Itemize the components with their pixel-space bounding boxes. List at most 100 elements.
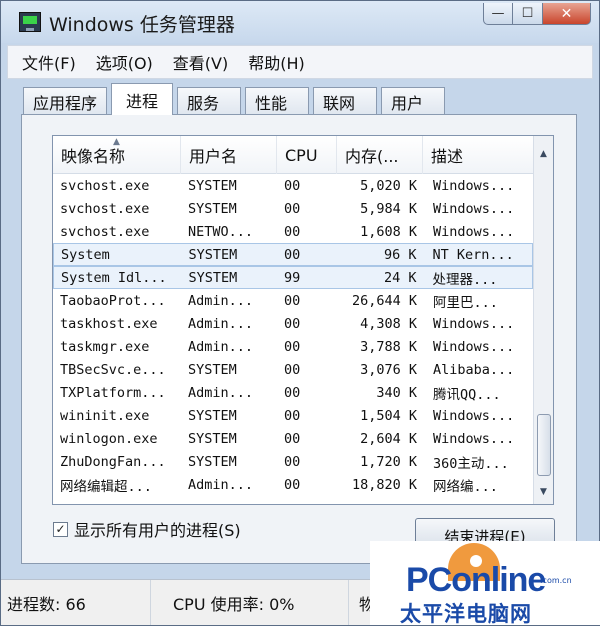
column-description[interactable]: 描述 [423,136,533,174]
process-mem-cell: 1,608 K [360,223,417,240]
process-mem-cell: 5,984 K [360,200,417,217]
process-row[interactable]: wininit.exe SYSTEM 00 1,504 K Windows... [53,404,533,427]
process-cpu-cell: 00 [284,200,301,217]
tab-networking[interactable]: 联网 [313,87,378,115]
process-mem-cell: 4,308 K [360,315,417,332]
process-row[interactable]: System SYSTEM 00 96 K NT Kern... [53,243,533,266]
process-row[interactable]: svchost.exe SYSTEM 00 5,020 K Windows... [53,174,533,197]
column-cpu[interactable]: CPU [277,136,337,174]
watermark-domain: .com.cn [540,576,572,585]
process-name-cell: taskmgr.exe [60,338,150,355]
process-cpu-cell: 00 [284,361,301,378]
checkmark-icon: ✓ [55,522,66,536]
column-memory[interactable]: 内存(... [337,136,423,174]
process-cpu-cell: 00 [284,292,301,309]
process-cpu-cell: 00 [284,177,301,194]
process-user-cell: SYSTEM [188,269,238,286]
process-mem-cell: 3,076 K [360,361,417,378]
process-user-cell: Admin... [188,476,254,493]
menu-file[interactable]: 文件(F) [12,50,86,74]
process-list[interactable]: 映像名称 ▲ 用户名 CPU 内存(... 描述 svchost.exe SYST… [52,135,554,505]
process-user-cell: SYSTEM [188,361,237,378]
menu-options[interactable]: 选项(O) [86,50,163,74]
process-desc-cell: Windows... [433,200,515,217]
process-desc-cell: 360主动... [433,455,509,472]
process-row[interactable]: TXPlatform... Admin... 00 340 K 腾讯QQ... [53,381,533,404]
process-cpu-cell: 00 [284,476,301,493]
tab-services[interactable]: 服务 [177,87,242,115]
process-row[interactable]: TaobaoProt... Admin... 00 26,644 K 阿里巴... [53,289,533,312]
process-mem-cell: 1,720 K [360,453,417,470]
process-mem-cell: 96 K [383,246,417,263]
process-name-cell: taskhost.exe [60,315,158,332]
process-user-cell: SYSTEM [188,407,237,424]
process-desc-cell: 处理器... [432,271,498,288]
process-row[interactable]: svchost.exe SYSTEM 00 5,984 K Windows... [53,197,533,220]
process-mem-cell: 24 K [383,269,417,286]
process-name-cell: wininit.exe [60,407,150,424]
process-row[interactable]: svchost.exe NETWO... 00 1,608 K Windows... [53,220,533,243]
menu-bar: 文件(F) 选项(O) 查看(V) 帮助(H) [7,45,593,79]
process-desc-cell: Alibaba... [433,361,515,378]
process-name-cell: 网络编辑超... [60,478,152,495]
status-process-count: 进程数: 66 [1,580,151,625]
close-button[interactable]: ✕ [543,3,591,25]
process-row[interactable]: TBSecSvc.e... SYSTEM 00 3,076 K Alibaba... [53,358,533,381]
process-cpu-cell: 00 [284,223,301,240]
minimize-button[interactable]: — [483,3,513,25]
tab-performance[interactable]: 性能 [245,87,310,115]
process-desc-cell: 腾讯QQ... [433,386,501,403]
column-memory-label: 内存(... [345,147,399,166]
process-user-cell: SYSTEM [188,430,237,447]
process-rows: svchost.exe SYSTEM 00 5,020 K Windows... svch… [53,174,533,496]
window-title: Windows 任务管理器 [49,14,235,36]
process-user-cell: Admin... [188,338,254,355]
process-desc-cell: Windows... [433,407,515,424]
process-desc-cell: Windows... [433,315,515,332]
scrollbar-thumb[interactable] [537,414,551,476]
menu-view[interactable]: 查看(V) [163,50,238,74]
tab-users[interactable]: 用户 [381,87,446,115]
process-mem-cell: 18,820 K [351,476,417,493]
task-manager-icon [19,12,41,32]
process-name-cell: ZhuDongFan... [60,453,166,470]
process-cpu-cell: 00 [284,315,301,332]
process-row[interactable]: winlogon.exe SYSTEM 00 2,604 K Windows... [53,427,533,450]
close-icon: ✕ [560,5,573,22]
watermark-brand: PConline [406,561,546,599]
show-all-users-checkbox[interactable]: ✓ [53,521,68,537]
process-mem-cell: 3,788 K [360,338,417,355]
tab-applications[interactable]: 应用程序 [23,87,108,115]
process-row[interactable]: ZhuDongFan... SYSTEM 00 1,720 K 360主动... [53,450,533,473]
process-desc-cell: Windows... [433,338,515,355]
process-mem-cell: 1,504 K [360,407,417,424]
tab-strip: 应用程序 进程 服务 性能 联网 用户 [23,83,449,115]
process-mem-cell: 5,020 K [360,177,417,194]
vertical-scrollbar[interactable]: ▲ ▼ [533,136,553,504]
column-user-name[interactable]: 用户名 [181,136,277,174]
process-desc-cell: 网络编... [433,478,498,495]
scroll-down-icon[interactable]: ▼ [534,482,553,502]
process-desc-cell: Windows... [433,177,515,194]
process-row[interactable]: 网络编辑超... Admin... 00 18,820 K 网络编... [53,473,533,496]
tab-processes[interactable]: 进程 [111,83,174,115]
process-cpu-cell: 00 [284,430,301,447]
column-image-name[interactable]: 映像名称 ▲ [53,136,181,174]
column-cpu-label: CPU [285,145,318,165]
process-user-cell: Admin... [188,315,254,332]
process-row[interactable]: taskmgr.exe Admin... 00 3,788 K Windows... [53,335,533,358]
process-user-cell: SYSTEM [188,200,237,217]
process-name-cell: winlogon.exe [60,430,158,447]
menu-help[interactable]: 帮助(H) [238,50,315,74]
minimize-icon: — [491,6,505,21]
process-row[interactable]: System Idl... SYSTEM 99 24 K 处理器... [53,266,533,289]
maximize-icon: ☐ [521,6,534,21]
title-bar[interactable]: Windows 任务管理器 — ☐ ✕ [1,1,599,43]
show-all-users-option[interactable]: ✓ 显示所有用户的进程(S) [53,517,241,541]
process-desc-cell: Windows... [433,430,515,447]
scroll-up-icon[interactable]: ▲ [534,144,553,164]
maximize-button[interactable]: ☐ [513,3,543,25]
process-row[interactable]: taskhost.exe Admin... 00 4,308 K Windows... [53,312,533,335]
process-user-cell: SYSTEM [188,246,238,263]
process-desc-cell: Windows... [433,223,515,240]
